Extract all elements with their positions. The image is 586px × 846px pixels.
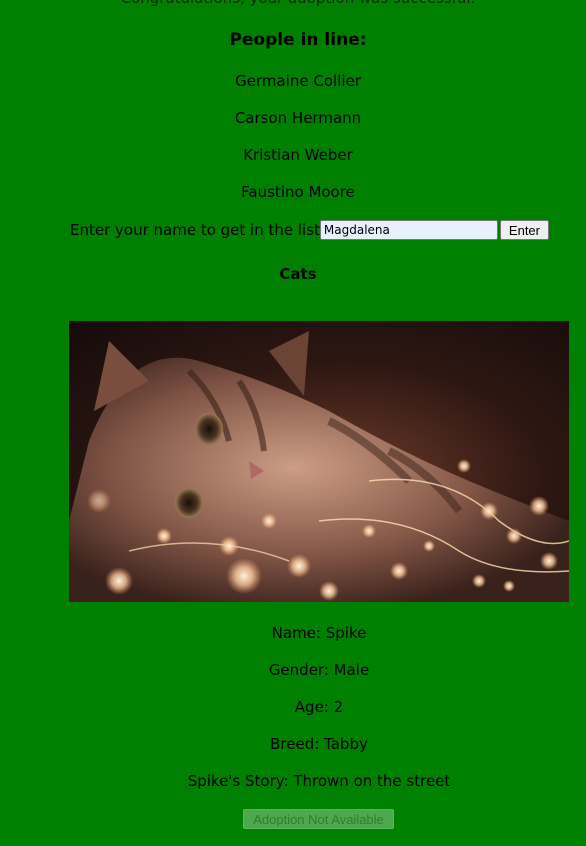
- join-queue-label: Enter your name to get in the list: [70, 221, 320, 239]
- adopt-button[interactable]: Adoption Not Available: [243, 809, 394, 829]
- pet-age: Age: 2: [294, 698, 344, 716]
- queue-person: Germaine Collier: [235, 72, 361, 90]
- queue-title: People in line:: [229, 30, 367, 50]
- pet-gender: Gender: Male: [268, 661, 370, 679]
- pet-story: Spike's Story: Thrown on the street: [187, 772, 451, 790]
- queue-person: Carson Hermann: [234, 109, 362, 127]
- queue-list: Germaine Collier Carson Hermann Kristian…: [0, 71, 586, 219]
- pet-name: Name: Spike: [271, 624, 367, 642]
- adoption-success-message: Congratulations, your adoption was succe…: [0, 0, 586, 8]
- pet-details: Name: Spike Gender: Male Age: 2 Breed: T…: [69, 623, 569, 808]
- pet-section-title: Cats: [279, 265, 317, 283]
- pet-breed: Breed: Tabby: [270, 735, 368, 753]
- name-input[interactable]: [319, 220, 498, 240]
- queue-person: Kristian Weber: [243, 146, 353, 164]
- queue-person: Faustino Moore: [241, 183, 355, 201]
- enter-button[interactable]: Enter: [499, 220, 549, 240]
- pet-photo: [69, 321, 569, 602]
- join-queue-form: Enter your name to get in the list Enter: [70, 219, 549, 241]
